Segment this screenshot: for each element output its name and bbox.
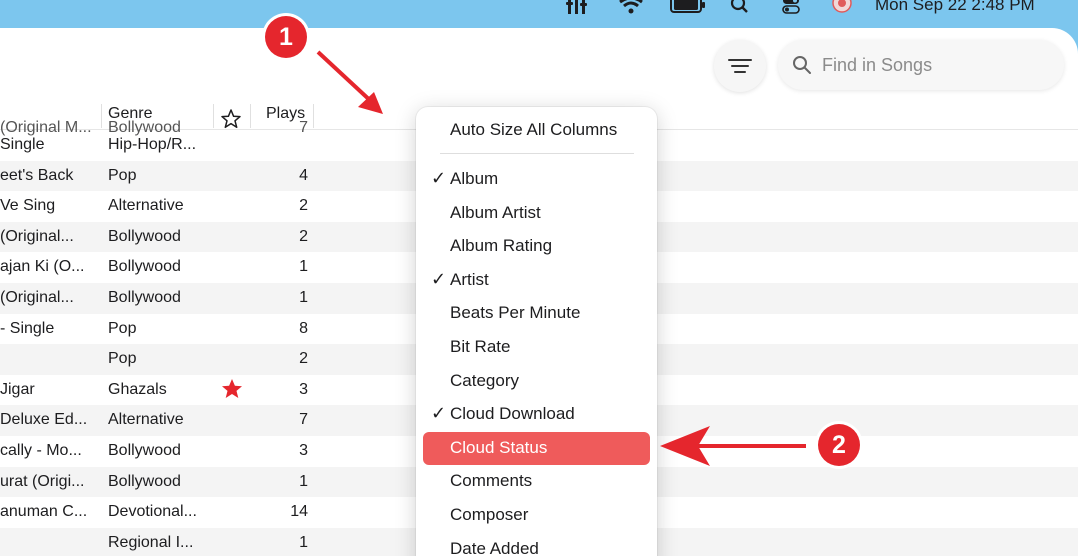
annotation-layer <box>316 50 806 466</box>
annotation-arrow-1 <box>316 50 376 106</box>
annotation-badge-1: 1 <box>265 16 307 58</box>
annotation-badge-2: 2 <box>818 424 860 466</box>
